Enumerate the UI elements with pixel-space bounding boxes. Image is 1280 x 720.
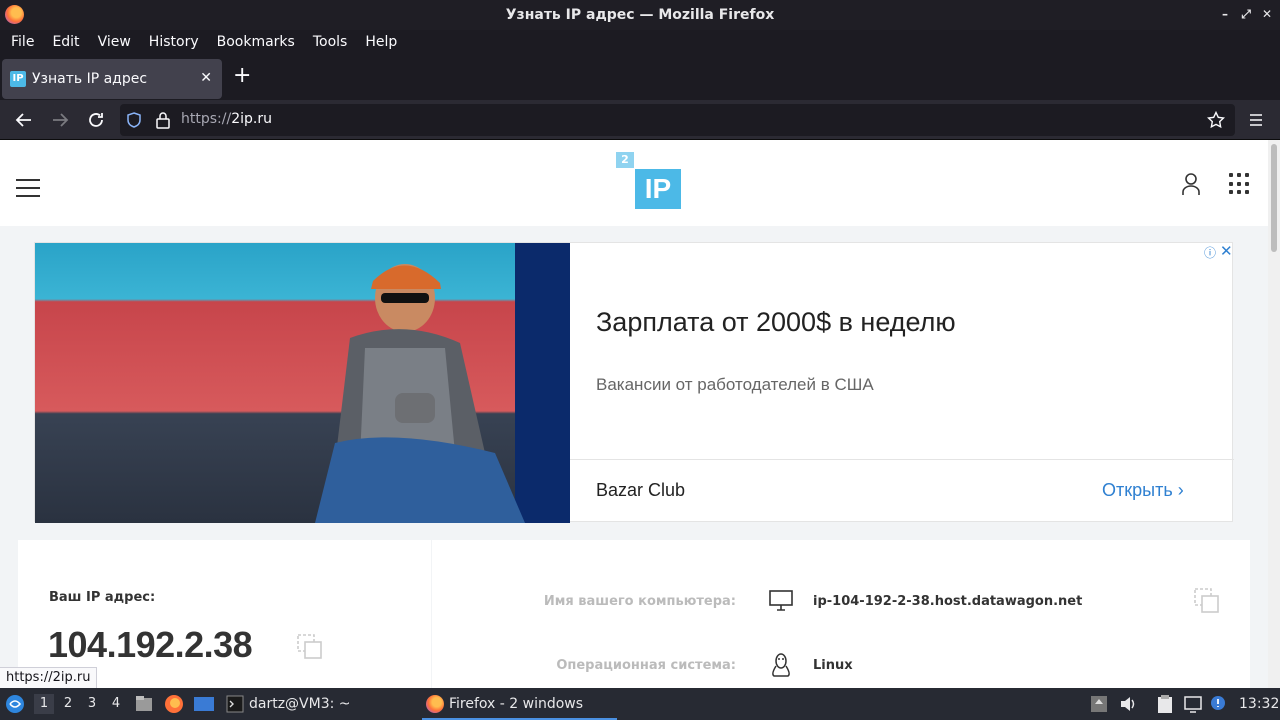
page-scrollbar[interactable] xyxy=(1268,140,1280,688)
tab-close-button[interactable]: ✕ xyxy=(200,70,212,86)
ad-image xyxy=(35,243,570,523)
forward-button[interactable] xyxy=(48,108,72,132)
window-titlebar: Узнать IP адрес — Mozilla Firefox – ⤢ ✕ xyxy=(0,0,1280,30)
url-text[interactable]: https://2ip.ru xyxy=(181,111,272,127)
ad-open-link[interactable]: Открыть › xyxy=(1102,480,1184,501)
url-scheme: https:// xyxy=(181,111,232,127)
maximize-button[interactable]: ⤢ xyxy=(1238,6,1254,22)
volume-icon[interactable] xyxy=(1118,694,1138,714)
firefox-task-icon xyxy=(426,695,444,713)
ad-close-button[interactable]: ✕ xyxy=(1220,242,1233,260)
taskbar: 1 2 3 4 dartz@VM3: ~ Firefox - 2 windows… xyxy=(0,688,1280,720)
ip-value[interactable]: 104.192.2.38 xyxy=(48,624,253,666)
info-value-hostname[interactable]: ip-104-192-2-38.host.datawagon.net xyxy=(813,594,1082,609)
taskbar-terminal-label: dartz@VM3: ~ xyxy=(249,696,351,712)
start-menu-icon[interactable] xyxy=(5,694,25,714)
apps-grid-icon[interactable] xyxy=(1229,173,1251,195)
logo-ip-badge: IP xyxy=(635,169,681,209)
menu-history[interactable]: History xyxy=(140,34,208,50)
close-window-button[interactable]: ✕ xyxy=(1259,6,1275,22)
lock-icon[interactable] xyxy=(155,111,171,129)
minimize-button[interactable]: – xyxy=(1217,6,1233,22)
scrollbar-thumb[interactable] xyxy=(1271,144,1277,252)
ip-card: Ваш IP адрес: 104.192.2.38 xyxy=(18,540,431,688)
menu-help[interactable]: Help xyxy=(356,34,406,50)
reload-icon xyxy=(89,113,103,127)
workspace-4[interactable]: 4 xyxy=(106,694,126,714)
menu-bar: File Edit View History Bookmarks Tools H… xyxy=(0,30,1280,54)
info-value-os: Linux xyxy=(813,658,853,673)
reload-button[interactable] xyxy=(84,108,108,132)
tab-title: Узнать IP адрес xyxy=(32,71,148,87)
file-manager-icon[interactable] xyxy=(134,694,154,714)
url-host: 2ip.ru xyxy=(231,111,272,127)
workspace-2[interactable]: 2 xyxy=(58,694,78,714)
tab-favicon-icon: IP xyxy=(10,71,26,87)
notification-icon[interactable] xyxy=(1209,694,1227,714)
ad-title[interactable]: Зарплата от 2000$ в неделю xyxy=(596,307,956,338)
ad-brand: Bazar Club xyxy=(596,480,686,500)
tab-active[interactable]: IP Узнать IP адрес ✕ xyxy=(2,59,222,99)
info-label-hostname: Имя вашего компьютера: xyxy=(543,594,736,609)
site-logo[interactable]: 2 IP xyxy=(616,152,682,210)
firefox-launcher-icon[interactable] xyxy=(164,694,184,714)
workspace-1[interactable]: 1 xyxy=(34,694,54,714)
monitor-icon xyxy=(769,590,793,611)
taskbar-clock[interactable]: 13:32 xyxy=(1239,688,1279,720)
page-content: 2 IP ⓘ ✕ Зарплата от 2000$ в неделю Вака… xyxy=(0,140,1268,688)
connection-info-card: Имя вашего компьютера: ip-104-192-2-38.h… xyxy=(432,540,1250,688)
firefox-logo-icon xyxy=(5,5,24,24)
menu-tools[interactable]: Tools xyxy=(304,34,357,50)
ad-image-person xyxy=(315,264,525,523)
user-account-icon[interactable] xyxy=(1181,172,1201,196)
ip-label: Ваш IP адрес: xyxy=(49,590,156,605)
menu-bookmarks[interactable]: Bookmarks xyxy=(208,34,304,50)
chevron-right-icon: › xyxy=(1177,480,1184,500)
menu-file[interactable]: File xyxy=(2,34,43,50)
advertisement-banner[interactable]: ⓘ ✕ Зарплата от 2000$ в неделю Вакансии … xyxy=(34,242,1234,523)
navigation-toolbar: https://2ip.ru xyxy=(0,100,1280,140)
window-title: Узнать IP адрес — Mozilla Firefox xyxy=(505,7,775,23)
workspace-3[interactable]: 3 xyxy=(82,694,102,714)
site-header: 2 IP xyxy=(0,140,1268,226)
terminal-icon xyxy=(226,695,244,713)
updates-tray-icon[interactable] xyxy=(1090,694,1108,714)
link-status-bar: https://2ip.ru xyxy=(0,667,98,689)
tab-bar: IP Узнать IP адрес ✕ xyxy=(0,54,1280,100)
taskbar-firefox-label: Firefox - 2 windows xyxy=(449,696,584,712)
info-label-os: Операционная система: xyxy=(556,658,736,673)
bookmark-star-icon[interactable] xyxy=(1207,111,1225,129)
ad-open-label: Открыть xyxy=(1102,480,1173,500)
url-bar[interactable]: https://2ip.ru xyxy=(120,104,1235,136)
new-tab-button[interactable]: + xyxy=(233,64,251,88)
copy-hostname-icon[interactable] xyxy=(1194,588,1220,614)
taskbar-firefox[interactable]: Firefox - 2 windows xyxy=(422,688,617,720)
network-icon[interactable] xyxy=(1183,694,1203,714)
site-menu-icon[interactable] xyxy=(16,179,40,197)
ad-info-icon[interactable]: ⓘ xyxy=(1204,244,1216,261)
tracking-shield-icon[interactable] xyxy=(126,112,142,128)
linux-icon xyxy=(772,653,790,677)
menu-edit[interactable]: Edit xyxy=(43,34,88,50)
menu-view[interactable]: View xyxy=(89,34,140,50)
hamburger-menu-icon xyxy=(1250,114,1262,126)
taskbar-terminal[interactable]: dartz@VM3: ~ xyxy=(224,688,414,720)
ad-divider xyxy=(570,459,1234,460)
back-arrow-icon xyxy=(15,113,31,127)
forward-arrow-icon xyxy=(53,113,69,127)
back-button[interactable] xyxy=(12,108,36,132)
clipboard-icon[interactable] xyxy=(1155,694,1175,714)
ad-subtitle: Вакансии от работодателей в США xyxy=(596,375,874,394)
app-menu-button[interactable] xyxy=(1244,108,1268,132)
logo-small-badge: 2 xyxy=(616,152,634,168)
copy-ip-icon[interactable] xyxy=(297,634,323,660)
desktop-icon[interactable] xyxy=(193,694,215,714)
